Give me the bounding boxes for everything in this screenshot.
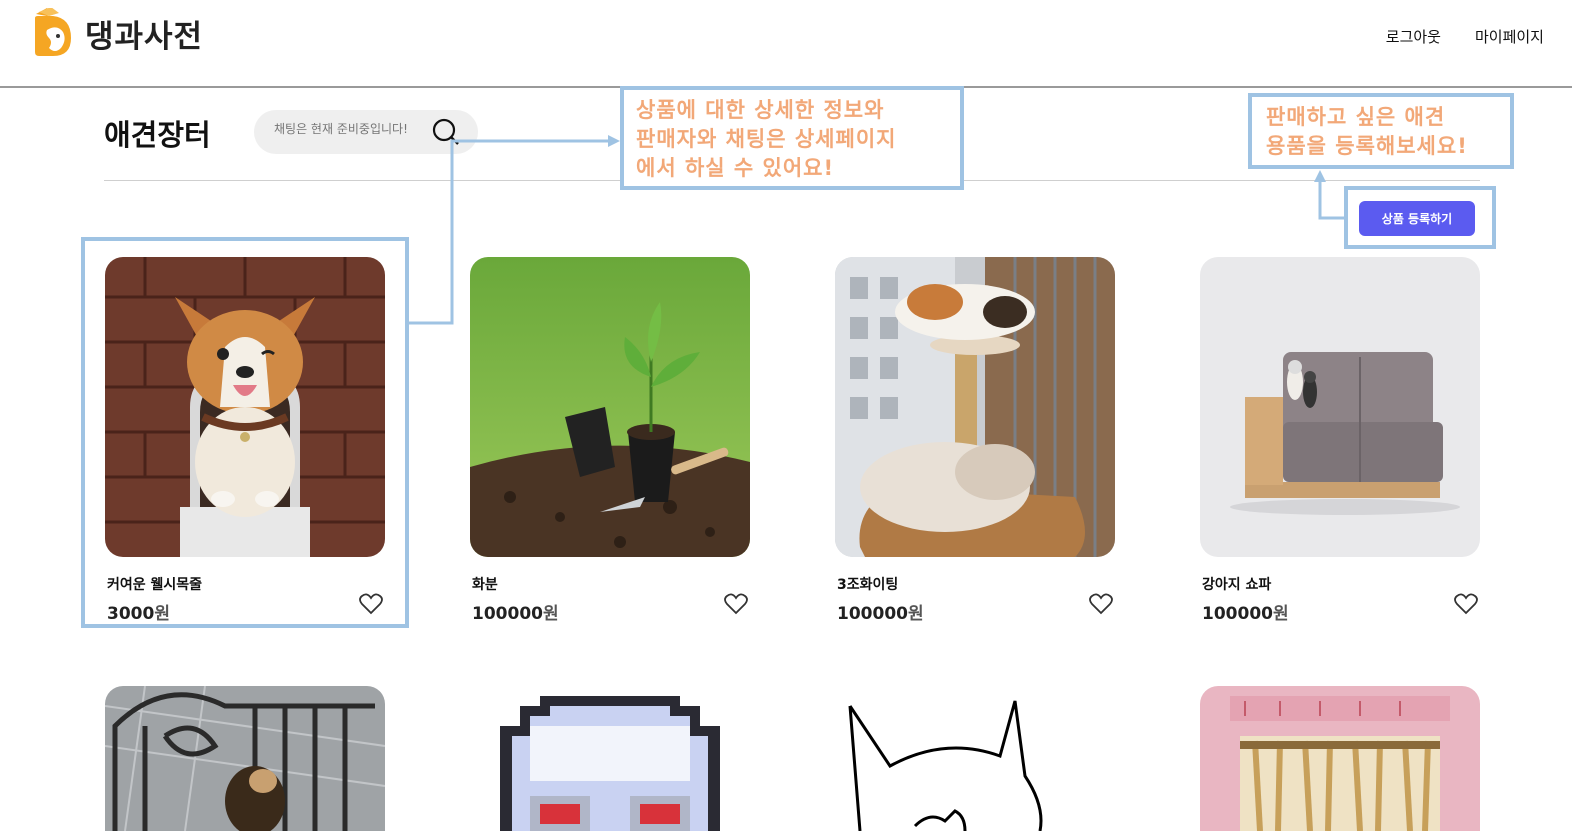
product-price: 100000원 [837,604,924,624]
product-price: 100000원 [1202,604,1289,624]
product-name[interactable]: 강아지 쇼파 [1202,574,1480,594]
top-header: 댕과사전 로그아웃 마이페이지 [0,0,1572,88]
product-card[interactable]: 강아지 쇼파 100000원 [1200,257,1480,624]
product-image-cat-doodle[interactable] [835,686,1115,831]
product-image-puppy-fence[interactable] [105,686,385,831]
annotation-detail-note: 상품에 대한 상세한 정보와 판매자와 채팅은 상세페이지 에서 하실 수 있어… [620,86,964,190]
search-icon[interactable] [432,118,460,146]
product-image-ginseng[interactable] [1200,686,1480,831]
search-input[interactable] [274,122,416,136]
page-title: 애견장터 [104,118,211,152]
product-image-dog-sofa[interactable] [1200,257,1480,557]
heart-icon[interactable] [1454,593,1478,615]
annotation-register-note: 판매하고 싶은 애견 용품을 등록해보세요! [1248,93,1514,169]
heart-icon[interactable] [1089,593,1113,615]
heart-icon[interactable] [724,593,748,615]
search-bar[interactable] [254,110,478,154]
product-card[interactable]: 3조화이팅 100000원 [835,257,1115,624]
product-card[interactable] [1200,686,1480,831]
logo-dog-icon [35,8,71,56]
highlight-frame-register-button [1344,186,1496,249]
mypage-link[interactable]: 마이페이지 [1475,26,1544,47]
product-card[interactable] [470,686,750,831]
logo[interactable]: 댕과사전 [33,8,203,58]
product-price: 100000원 [472,604,559,624]
logout-link[interactable]: 로그아웃 [1386,26,1441,47]
product-card[interactable]: 화분 100000원 [470,257,750,624]
product-image-sapling[interactable] [470,257,750,557]
product-card[interactable] [835,686,1115,831]
product-name[interactable]: 화분 [472,574,750,594]
product-image-cats[interactable] [835,257,1115,557]
product-name[interactable]: 3조화이팅 [837,574,1115,594]
product-card[interactable] [105,686,385,831]
logo-text: 댕과사전 [85,18,204,55]
highlight-frame-product-card [81,237,409,628]
top-nav: 로그아웃 마이페이지 [1386,26,1544,47]
product-image-pixel-ghost[interactable] [470,686,750,831]
